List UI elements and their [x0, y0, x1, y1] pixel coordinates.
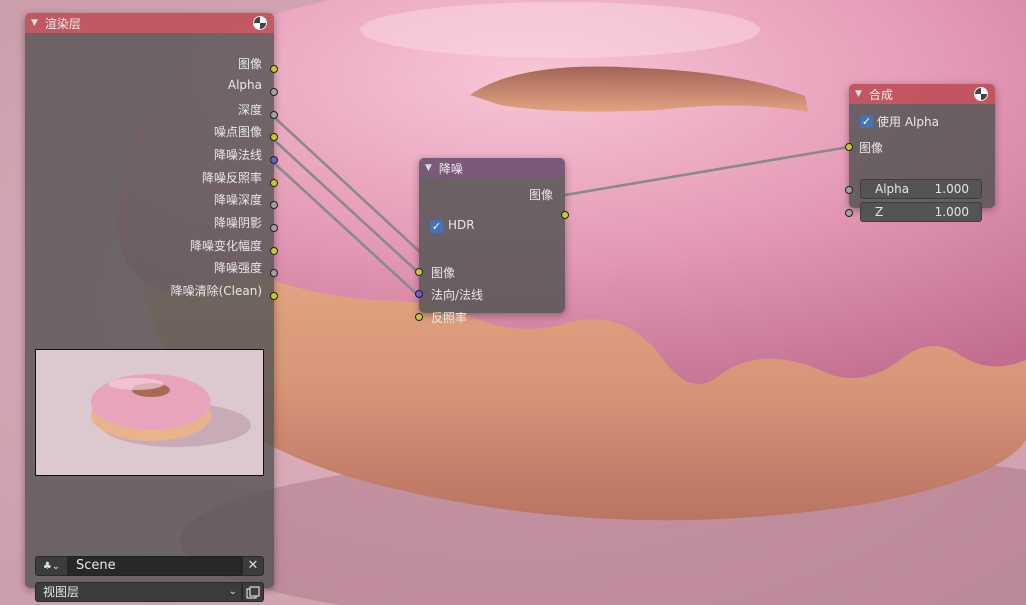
- output-socket-image[interactable]: [270, 65, 278, 73]
- collapse-triangle-icon[interactable]: ▼: [855, 89, 862, 99]
- view-layer-browse-button[interactable]: [242, 582, 264, 602]
- alpha-value-field[interactable]: Alpha 1.000: [860, 179, 982, 199]
- denoise-body: 图像 ✓ HDR 图像 法向/法线 反照率: [415, 178, 569, 325]
- output-socket-alpha[interactable]: [270, 88, 278, 96]
- render-preview-icon[interactable]: [974, 87, 988, 101]
- render-layers-header[interactable]: ▼ 渲染层: [25, 13, 274, 33]
- output-label-denoise-variance: 降噪变化幅度: [189, 239, 262, 253]
- z-value-field[interactable]: Z 1.000: [860, 202, 982, 222]
- output-label-image: 图像: [237, 57, 262, 71]
- output-label-denoise-albedo: 降噪反照率: [201, 171, 262, 185]
- denoise-input-socket-image[interactable]: [415, 268, 423, 276]
- chevron-down-icon: ⌄: [228, 586, 237, 597]
- hdr-checkbox[interactable]: ✓: [430, 220, 443, 233]
- scene-name-field[interactable]: Scene: [68, 556, 242, 576]
- z-field-label: Z: [875, 205, 884, 219]
- render-preview-icon[interactable]: [253, 16, 267, 30]
- output-label-denoise-depth: 降噪深度: [213, 193, 262, 207]
- view-layer-dropdown[interactable]: 视图层 ⌄: [35, 582, 242, 602]
- close-icon: ✕: [247, 558, 259, 573]
- composite-input-socket-image[interactable]: [845, 143, 853, 151]
- use-alpha-checkbox[interactable]: ✓: [860, 115, 873, 128]
- view-layer-label: 视图层: [43, 585, 80, 599]
- output-label-denoise-clean: 降噪清除(Clean): [170, 284, 262, 298]
- denoise-input-socket-normal[interactable]: [415, 290, 423, 298]
- output-socket-denoise-clean[interactable]: [270, 292, 278, 300]
- collapse-triangle-icon[interactable]: ▼: [31, 18, 38, 28]
- output-label-depth: 深度: [237, 103, 262, 117]
- copy-layers-icon: [246, 585, 260, 599]
- donut-thumbnail-image: [36, 350, 263, 475]
- output-socket-denoise-normal[interactable]: [270, 156, 278, 164]
- denoise-output-label-image: 图像: [528, 188, 553, 202]
- render-layers-node[interactable]: ▼ 渲染层 图像 Alpha 深度 噪点图像 降噪法线 降噪反照率 降噪深度 降…: [25, 13, 278, 602]
- alpha-field-label: Alpha: [875, 182, 910, 196]
- output-label-denoise-shadow: 降噪阴影: [213, 216, 262, 230]
- scene-type-dropdown[interactable]: ♣⌄: [35, 556, 68, 576]
- composite-input-socket-z[interactable]: [845, 209, 853, 217]
- output-label-denoise-normal: 降噪法线: [213, 148, 262, 162]
- output-socket-denoise-shadow[interactable]: [270, 224, 278, 232]
- output-socket-denoise-variance[interactable]: [270, 247, 278, 255]
- render-layers-title: 渲染层: [44, 16, 81, 31]
- collapse-triangle-icon[interactable]: ▼: [425, 163, 432, 173]
- view-layer-selector: 视图层 ⌄: [35, 582, 264, 602]
- output-socket-denoise-albedo[interactable]: [270, 179, 278, 187]
- denoise-title: 降噪: [438, 161, 463, 176]
- render-preview-thumbnail: [35, 349, 264, 476]
- denoise-header[interactable]: ▼ 降噪: [419, 158, 565, 178]
- denoise-input-label-normal: 法向/法线: [431, 288, 484, 302]
- composite-node[interactable]: ▼ 合成 ✓ 使用 Alpha 图像 Alpha 1.000 Z 1.000: [845, 84, 995, 222]
- alpha-field-value: 1.000: [934, 182, 969, 196]
- denoise-input-socket-albedo[interactable]: [415, 313, 423, 321]
- output-label-noisy-image: 噪点图像: [213, 125, 262, 139]
- output-socket-noisy-image[interactable]: [270, 133, 278, 141]
- render-layers-body: 图像 Alpha 深度 噪点图像 降噪法线 降噪反照率 降噪深度 降噪阴影 降噪…: [25, 33, 278, 602]
- output-socket-denoise-depth[interactable]: [270, 201, 278, 209]
- denoise-input-label-image: 图像: [431, 266, 456, 280]
- denoise-input-label-albedo: 反照率: [431, 311, 468, 325]
- scene-selector: ♣⌄ Scene ✕: [35, 556, 264, 576]
- scene-clear-button[interactable]: ✕: [242, 556, 264, 576]
- use-alpha-label: 使用 Alpha: [877, 115, 939, 129]
- output-label-denoise-intensity: 降噪强度: [213, 261, 262, 275]
- output-label-alpha: Alpha: [227, 78, 262, 92]
- z-field-value: 1.000: [934, 205, 969, 219]
- composite-header[interactable]: ▼ 合成: [849, 84, 995, 104]
- composite-body: ✓ 使用 Alpha 图像 Alpha 1.000 Z 1.000: [845, 104, 995, 222]
- denoise-output-socket-image[interactable]: [561, 211, 569, 219]
- output-socket-depth[interactable]: [270, 111, 278, 119]
- hdr-label: HDR: [448, 218, 475, 232]
- composite-input-label-image: 图像: [859, 141, 884, 155]
- composite-input-socket-alpha[interactable]: [845, 186, 853, 194]
- output-socket-denoise-intensity[interactable]: [270, 269, 278, 277]
- composite-title: 合成: [868, 87, 893, 102]
- denoise-node[interactable]: ▼ 降噪 图像 ✓ HDR 图像 法向/法线 反照率: [415, 158, 569, 325]
- scene-icon: ♣⌄: [42, 560, 61, 572]
